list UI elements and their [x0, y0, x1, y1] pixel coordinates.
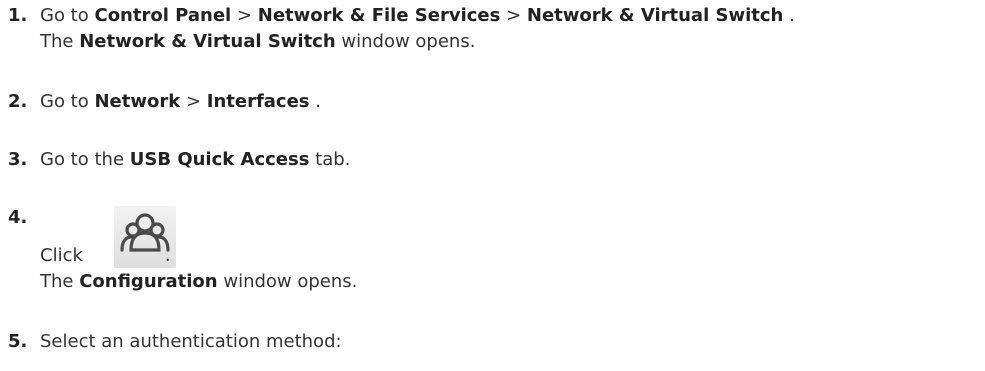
separator: >: [231, 5, 258, 26]
text: Go to the: [40, 149, 130, 170]
menu-network-file-services: Network & File Services: [257, 5, 501, 26]
text: Click: [40, 245, 83, 266]
window-name: Network & Virtual Switch: [79, 31, 336, 52]
step-number: 2.: [8, 91, 28, 112]
tab-usb-quick-access: USB Quick Access: [129, 149, 310, 170]
step-4-result: The Configuration window opens.: [40, 270, 357, 294]
text: window opens.: [217, 271, 358, 292]
text: Go to: [40, 5, 95, 26]
step-number: 3.: [8, 149, 28, 170]
separator: >: [180, 91, 207, 112]
step-4-instruction: Click.: [40, 244, 171, 268]
step-number: 1.: [8, 5, 28, 26]
step-number: 4.: [8, 207, 28, 228]
text: window opens.: [335, 31, 476, 52]
step-number: 5.: [8, 331, 28, 352]
procedure-steps: 1. Go to Control Panel > Network & File …: [0, 0, 985, 371]
text: .: [783, 5, 795, 26]
menu-network-virtual-switch: Network & Virtual Switch: [526, 5, 784, 26]
step-5-instruction: Select an authentication method:: [40, 330, 342, 354]
window-configuration: Configuration: [79, 271, 218, 292]
step-1-result: The Network & Virtual Switch window open…: [40, 30, 475, 54]
menu-network: Network: [94, 91, 181, 112]
text: tab.: [309, 149, 351, 170]
text: The: [40, 271, 80, 292]
menu-interfaces: Interfaces: [206, 91, 310, 112]
text: Go to: [40, 91, 95, 112]
text: Select an authentication method:: [40, 331, 342, 352]
text: .: [309, 91, 321, 112]
step-3-instruction: Go to the USB Quick Access tab.: [40, 148, 350, 172]
menu-control-panel: Control Panel: [94, 5, 232, 26]
text: The: [40, 31, 80, 52]
separator: >: [500, 5, 527, 26]
step-2-instruction: Go to Network > Interfaces .: [40, 90, 321, 114]
step-1-instruction: Go to Control Panel > Network & File Ser…: [40, 4, 795, 28]
text: .: [164, 245, 171, 266]
